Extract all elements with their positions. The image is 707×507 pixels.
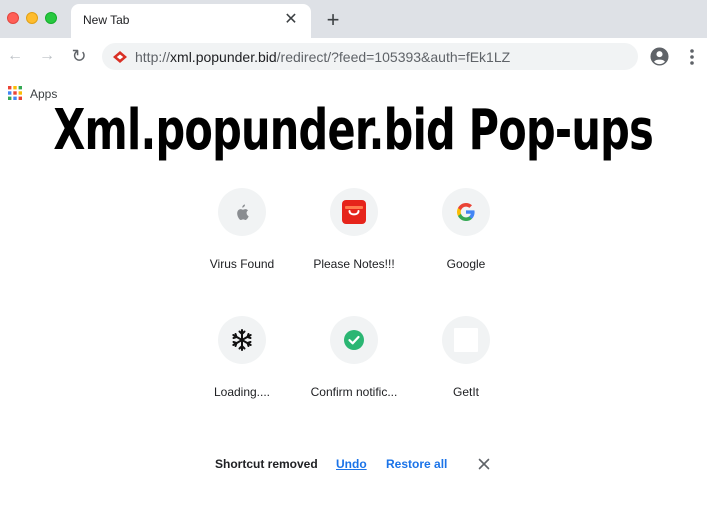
shortcut-label: GetIt: [452, 385, 479, 399]
tab-new-tab[interactable]: New Tab ✕: [71, 4, 311, 38]
more-menu-icon[interactable]: [684, 47, 700, 67]
shortcut-label: Loading....: [213, 385, 271, 399]
shortcut-label: Virus Found: [209, 257, 275, 271]
snowflake-icon: [232, 329, 252, 351]
url-scheme: http://: [135, 49, 171, 65]
shortcut-removed-snackbar: Shortcut removed Undo Restore all: [200, 450, 500, 478]
apple-icon: [237, 204, 249, 220]
shortcut-label: Confirm notific...: [310, 385, 398, 399]
window-close-button[interactable]: [7, 12, 19, 24]
shortcut-tile[interactable]: GetIt: [410, 316, 522, 426]
window-zoom-button[interactable]: [45, 12, 57, 24]
url-path: /redirect/?feed=105393&auth=fEk1LZ: [276, 49, 511, 65]
site-warning-icon: [113, 51, 127, 63]
back-button[interactable]: ←: [3, 44, 27, 68]
profile-icon[interactable]: [650, 47, 669, 66]
shopping-bag-icon: [342, 200, 366, 224]
shortcut-icon-circle: [218, 188, 266, 236]
url-host: xml.popunder.bid: [170, 49, 277, 65]
window-minimize-button[interactable]: [26, 12, 38, 24]
blank-square-icon: [454, 328, 478, 352]
tab-title: New Tab: [83, 13, 130, 27]
shortcut-tile[interactable]: Please Notes!!!: [298, 188, 410, 298]
snackbar-message: Shortcut removed: [215, 457, 318, 471]
new-tab-button[interactable]: +: [320, 8, 346, 34]
close-tab-icon[interactable]: ✕: [281, 10, 301, 30]
forward-button[interactable]: →: [35, 44, 59, 68]
check-circle-icon: [344, 330, 364, 350]
shortcut-icon-circle: [330, 316, 378, 364]
shortcut-label: Google: [446, 257, 486, 271]
shortcut-icon-circle: [330, 188, 378, 236]
reload-button[interactable]: ↻: [67, 44, 91, 68]
shortcut-label: Please Notes!!!: [313, 257, 395, 271]
shortcut-tile[interactable]: Virus Found: [186, 188, 298, 298]
close-icon[interactable]: [476, 456, 492, 472]
url-text: http://xml.popunder.bid/redirect/?feed=1…: [135, 49, 510, 65]
shortcut-tile[interactable]: Loading....: [186, 316, 298, 426]
shortcut-tile[interactable]: Google: [410, 188, 522, 298]
restore-all-link[interactable]: Restore all: [386, 457, 447, 471]
headline-text: Xml.popunder.bid Pop-ups: [53, 98, 654, 163]
shortcut-icon-circle: [442, 316, 490, 364]
browser-toolbar: ← → ↻ http://xml.popunder.bid/redirect/?…: [0, 38, 707, 74]
shortcut-icon-circle: [442, 188, 490, 236]
overlay-headline: Xml.popunder.bid Pop-ups: [0, 91, 707, 171]
shortcut-tile[interactable]: Confirm notific...: [298, 316, 410, 426]
undo-link[interactable]: Undo: [336, 457, 367, 471]
google-icon: [457, 203, 475, 221]
address-bar[interactable]: http://xml.popunder.bid/redirect/?feed=1…: [102, 43, 638, 70]
tab-strip: New Tab ✕ +: [0, 0, 707, 38]
shortcut-icon-circle: [218, 316, 266, 364]
